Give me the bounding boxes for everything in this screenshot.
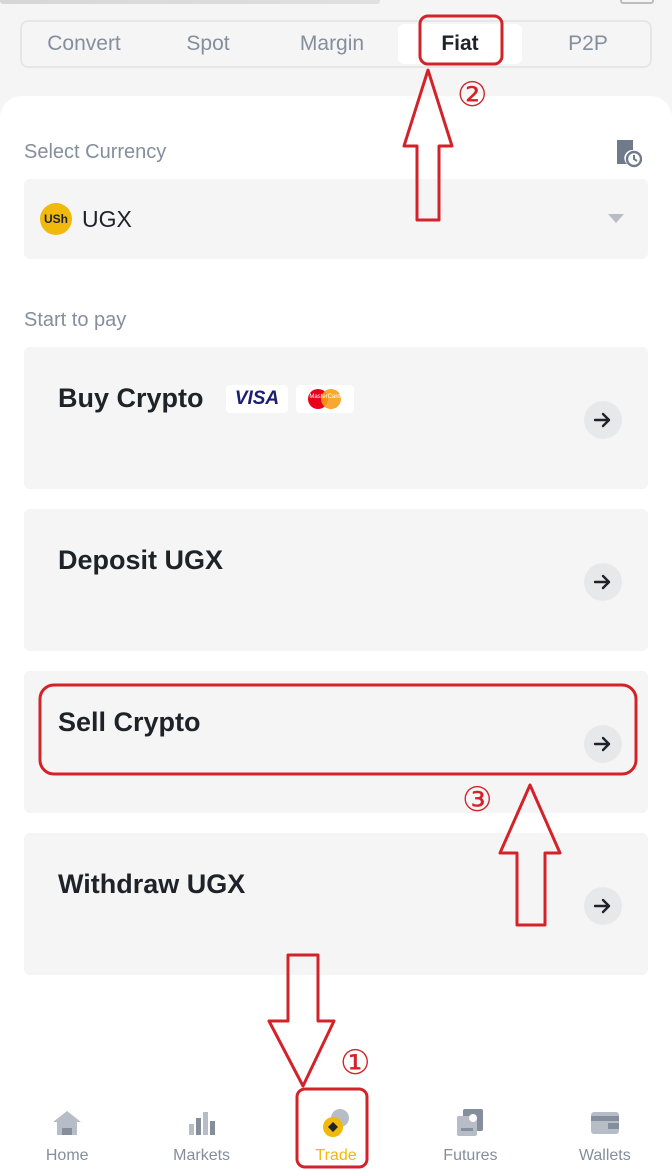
currency-value: UGX <box>82 205 132 232</box>
order-history-icon[interactable] <box>614 138 642 168</box>
nav-label: Futures <box>443 1147 498 1164</box>
status-bar-text <box>0 0 380 4</box>
withdraw-ugx-card[interactable]: Withdraw UGX <box>24 833 648 975</box>
nav-home[interactable]: Home <box>0 1096 134 1170</box>
card-title: Withdraw UGX <box>58 869 246 899</box>
bottom-nav: Home Markets Trade Futures Wallets <box>0 1096 672 1170</box>
mastercard-icon: MasterCard <box>296 385 354 413</box>
nav-label: Wallets <box>578 1147 631 1164</box>
deposit-ugx-card[interactable]: Deposit UGX <box>24 509 648 651</box>
nav-label: Trade <box>315 1147 357 1164</box>
card-title: Sell Crypto <box>58 707 201 737</box>
ugx-coin-icon: USh <box>40 203 72 235</box>
tab-margin[interactable]: Margin <box>270 22 394 66</box>
step-2-label: ② <box>457 75 488 115</box>
status-bar <box>0 0 672 8</box>
card-title: Buy Crypto <box>58 383 204 413</box>
home-icon <box>53 1111 82 1135</box>
arrow-right-icon[interactable] <box>584 725 622 763</box>
nav-label: Home <box>45 1147 89 1164</box>
step-3-label: ③ <box>462 780 493 820</box>
tab-spot[interactable]: Spot <box>146 22 270 66</box>
markets-icon <box>188 1112 215 1135</box>
arrow-right-icon[interactable] <box>584 887 622 925</box>
step-1-label: ① <box>340 1043 371 1083</box>
sell-crypto-card[interactable]: Sell Crypto <box>24 671 648 813</box>
nav-trade[interactable]: Trade <box>269 1096 403 1170</box>
wallets-icon <box>590 1112 619 1134</box>
nav-label: Markets <box>173 1147 231 1164</box>
currency-dropdown[interactable]: USh UGX <box>24 179 648 259</box>
arrow-right-icon[interactable] <box>584 401 622 439</box>
select-currency-label: Select Currency <box>24 141 167 163</box>
tab-fiat[interactable]: Fiat <box>398 24 522 64</box>
trade-tabs: Convert Spot Margin Fiat P2P <box>20 20 652 68</box>
visa-badge: VISA <box>226 385 288 413</box>
futures-icon <box>457 1109 484 1136</box>
nav-markets[interactable]: Markets <box>134 1096 268 1170</box>
caret-down-icon <box>608 214 624 223</box>
trade-icon <box>323 1109 350 1137</box>
nav-wallets[interactable]: Wallets <box>538 1096 672 1170</box>
nav-futures[interactable]: Futures <box>403 1096 537 1170</box>
battery-icon <box>620 0 654 4</box>
arrow-right-icon[interactable] <box>584 563 622 601</box>
start-to-pay-label: Start to pay <box>24 309 127 331</box>
tab-convert[interactable]: Convert <box>22 22 146 66</box>
tab-p2p[interactable]: P2P <box>526 22 650 66</box>
buy-crypto-card[interactable]: Buy Crypto VISA MasterCard <box>24 347 648 489</box>
card-title: Deposit UGX <box>58 545 224 575</box>
